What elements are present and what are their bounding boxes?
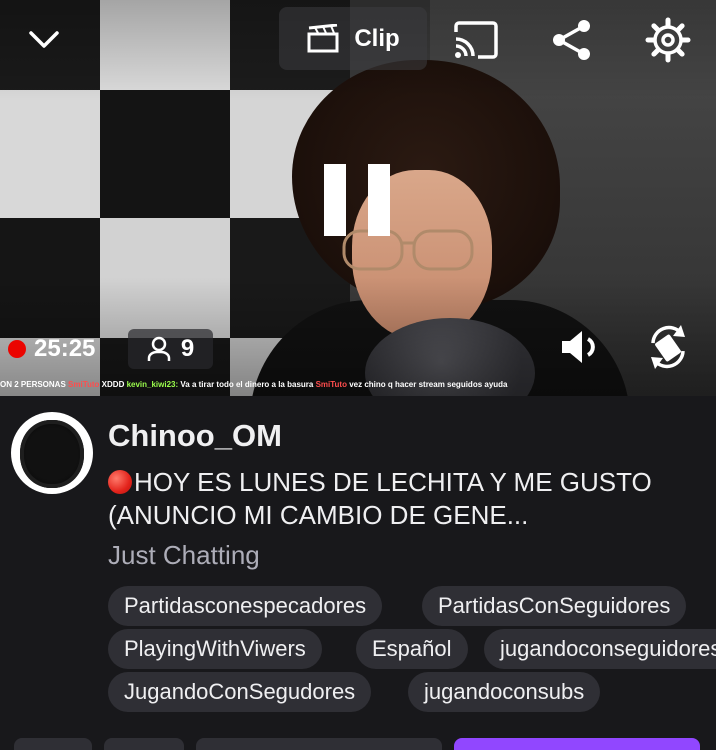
ticker-text: vez chino q hacer stream seguidos ayuda <box>349 380 508 389</box>
ticker-text: XDDD <box>101 380 125 389</box>
cast-icon <box>454 21 498 59</box>
collapse-button[interactable] <box>20 18 68 62</box>
tag[interactable]: PartidasConSeguidores <box>422 586 687 626</box>
viewer-count-badge: 9 <box>128 329 213 369</box>
share-icon <box>553 20 590 60</box>
channel-name[interactable]: Chinoo_OM <box>108 418 282 454</box>
settings-button[interactable] <box>640 14 696 66</box>
gear-icon <box>645 17 691 63</box>
action-button[interactable] <box>14 738 92 750</box>
live-timer: 25:25 <box>2 330 101 368</box>
avatar[interactable] <box>11 412 93 494</box>
volume-button[interactable] <box>555 322 605 372</box>
clip-label: Clip <box>354 24 400 52</box>
volume-icon <box>562 331 595 363</box>
clip-button[interactable]: Clip <box>279 7 427 70</box>
rotate-icon <box>651 325 685 369</box>
category-link[interactable]: Just Chatting <box>108 540 260 571</box>
tag[interactable]: JugandoConSegudores <box>108 672 372 712</box>
ticker-user: SmiTuto <box>315 380 347 389</box>
stream-title: HOY ES LUNES DE LECHITA Y ME GUSTO (ANUN… <box>108 466 683 532</box>
person-icon <box>147 336 171 361</box>
stream-title-text: HOY ES LUNES DE LECHITA Y ME GUSTO (ANUN… <box>108 467 652 530</box>
follow-button[interactable] <box>454 738 700 750</box>
pause-button[interactable] <box>312 150 402 250</box>
avatar-image <box>20 420 84 488</box>
action-button[interactable] <box>196 738 442 750</box>
live-time-text: 25:25 <box>34 335 96 362</box>
clip-icon <box>307 23 339 52</box>
video-player[interactable]: Clip 25:25 9 ON 2 PERSONAS SmiTuto XDDD … <box>0 0 716 396</box>
pause-icon <box>324 164 346 236</box>
chevron-down-icon <box>29 31 59 48</box>
cast-button[interactable] <box>448 16 504 64</box>
ticker-user: SmiTuto <box>68 380 100 389</box>
pause-icon <box>368 164 390 236</box>
ticker-user: kevin_kiwi23: <box>126 380 179 389</box>
tag[interactable]: jugandoconseguidores <box>484 629 716 669</box>
action-button[interactable] <box>104 738 184 750</box>
viewer-count: 9 <box>180 335 195 362</box>
tag[interactable]: Partidasconespecadores <box>108 586 383 626</box>
chat-ticker: ON 2 PERSONAS SmiTuto XDDD kevin_kiwi23:… <box>0 378 716 392</box>
share-button[interactable] <box>546 14 598 66</box>
ticker-text: ON 2 PERSONAS <box>0 380 66 389</box>
tag[interactable]: jugandoconsubs <box>408 672 601 712</box>
tag[interactable]: PlayingWithViwers <box>108 629 322 669</box>
tag[interactable]: Español <box>356 629 468 669</box>
red-circle-icon <box>108 470 132 494</box>
tag-list: Partidasconespecadores PartidasConSeguid… <box>108 586 716 716</box>
live-indicator-icon <box>8 340 26 358</box>
rotate-screen-button[interactable] <box>642 320 694 374</box>
ticker-text: Va a tirar todo el dinero a la basura <box>180 380 314 389</box>
